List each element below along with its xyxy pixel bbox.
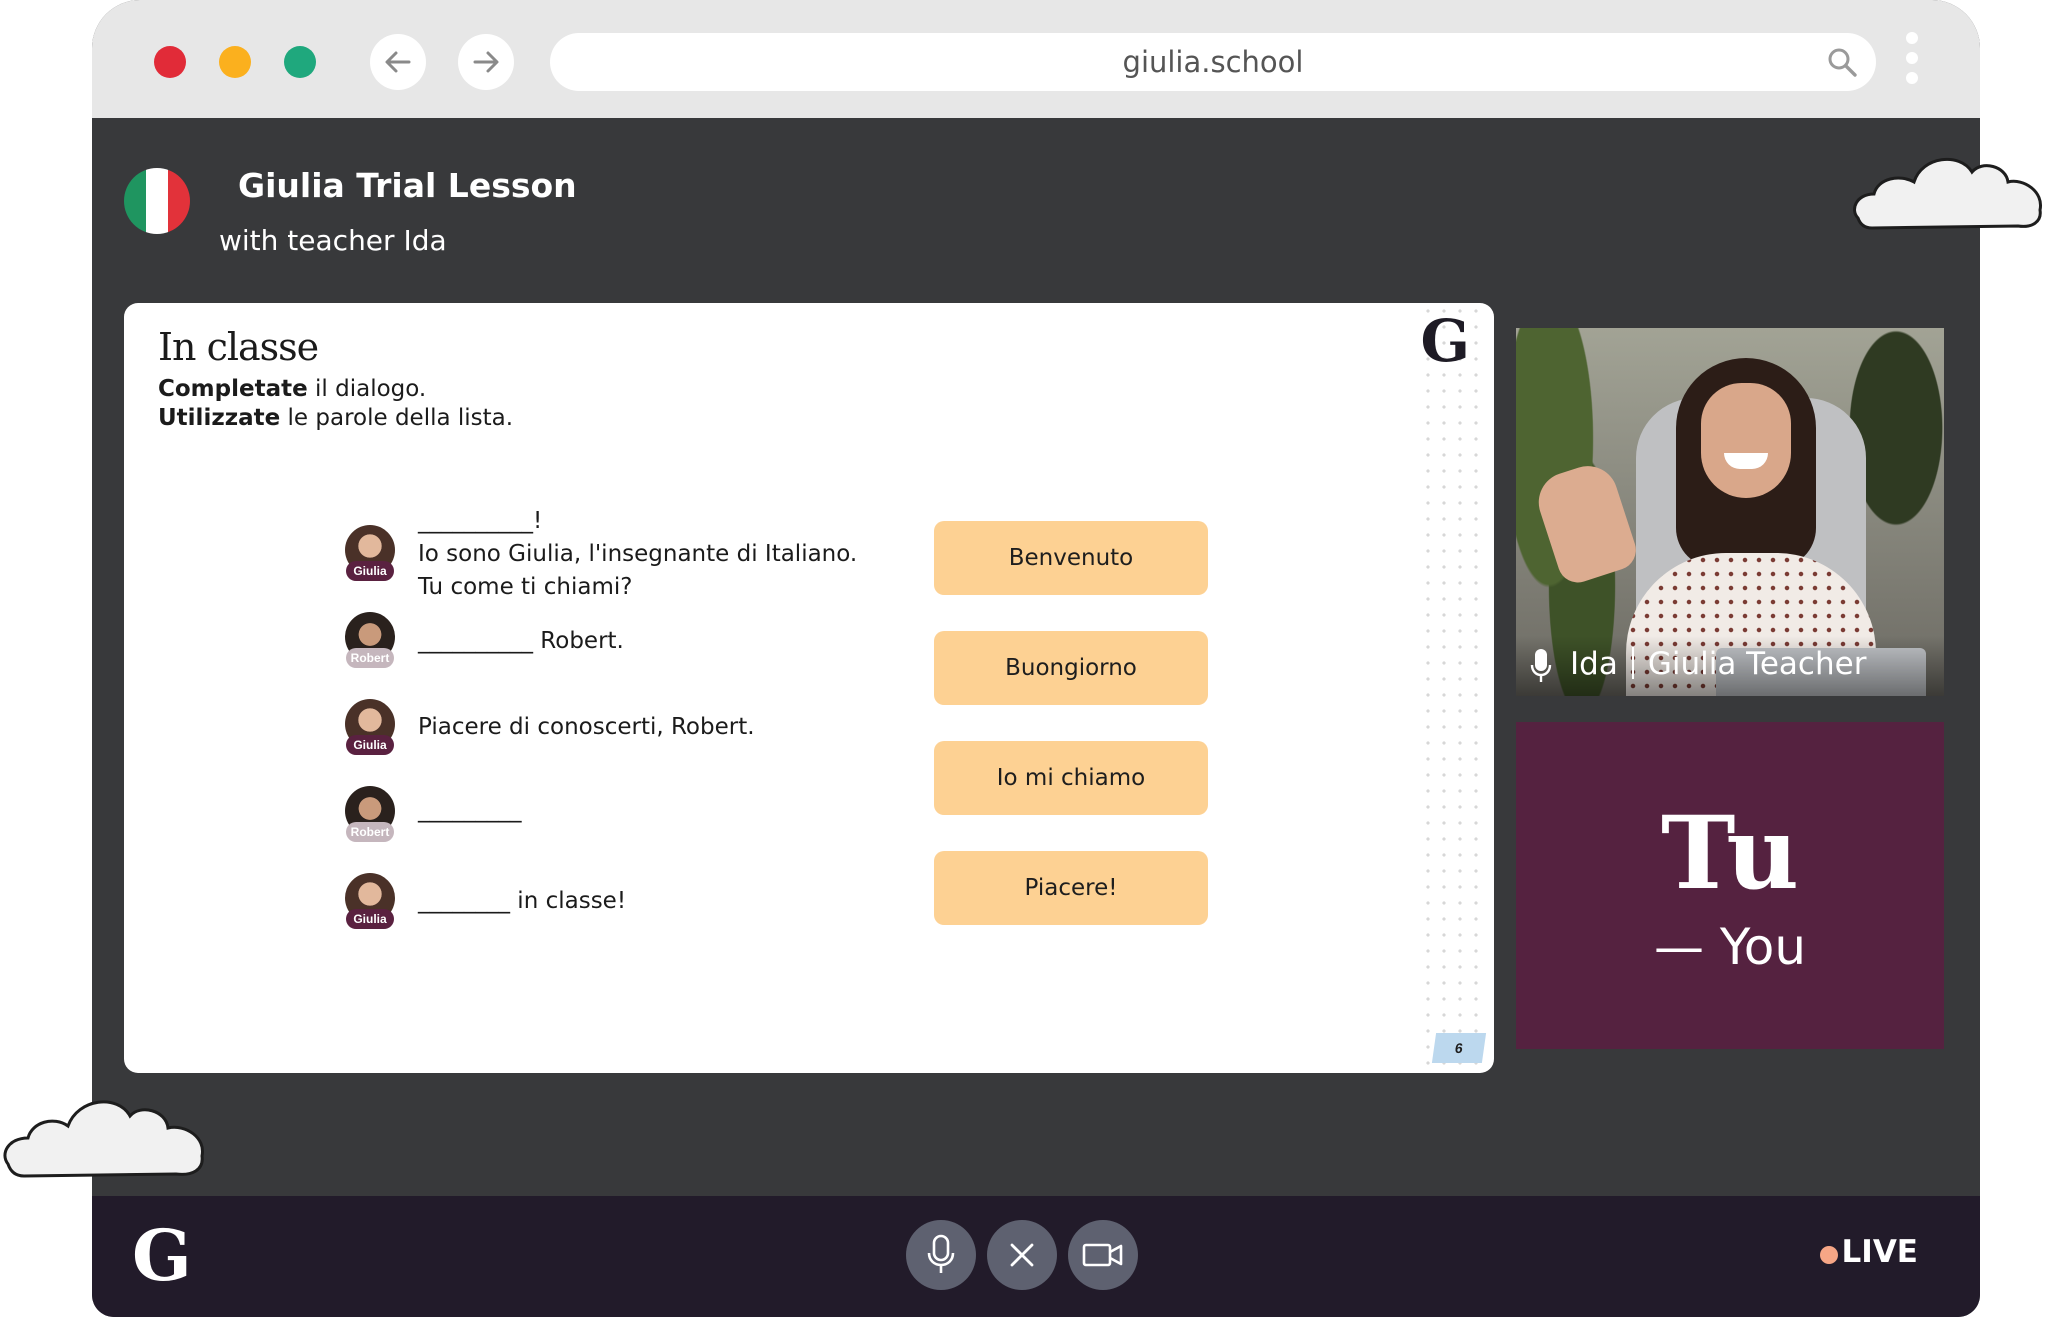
dialogue-line: __________ Robert. (418, 628, 624, 654)
self-view-title: Tu (1661, 794, 1799, 912)
page-number: 6 (1431, 1033, 1487, 1063)
url-text: giulia.school (1122, 45, 1304, 79)
slide-dot-pattern (1420, 303, 1490, 1073)
forward-button[interactable] (458, 34, 514, 90)
dialogue-line: Io sono Giulia, l'insegnante di Italiano… (418, 541, 858, 567)
dialogue-line: Tu come ti chiami? (418, 574, 633, 600)
lesson-title: Giulia Trial Lesson (238, 166, 577, 205)
search-icon[interactable] (1826, 46, 1858, 78)
dialogue-line: Piacere di conoscerti, Robert. (418, 714, 755, 740)
word-button-buongiorno[interactable]: Buongiorno (934, 631, 1208, 705)
camera-icon (1082, 1243, 1123, 1267)
end-call-button[interactable] (987, 1220, 1057, 1290)
call-control-bar: G LIVE (92, 1196, 1980, 1317)
self-view-subtitle: — You (1653, 918, 1807, 976)
dialogue-line: _________ (418, 797, 522, 823)
avatar-giulia: Giulia (344, 873, 396, 929)
mute-microphone-button[interactable] (906, 1220, 976, 1290)
maximize-window-dot[interactable] (284, 46, 316, 78)
arrow-right-icon (473, 51, 499, 73)
giulia-logo-icon: G (132, 1214, 192, 1297)
video-label: Ida Giulia Teacher (1516, 636, 1944, 696)
back-button[interactable] (370, 34, 426, 90)
dialogue-line: ________ in classe! (418, 888, 627, 914)
word-button-piacere[interactable]: Piacere! (934, 851, 1208, 925)
cloud-decoration-icon (1853, 157, 2042, 230)
lesson-subtitle: with teacher Ida (219, 224, 447, 257)
address-bar[interactable]: giulia.school (550, 33, 1876, 91)
self-view-tile: Tu — You (1516, 722, 1944, 1049)
camera-toggle-button[interactable] (1068, 1220, 1138, 1290)
word-button-benvenuto[interactable]: Benvenuto (934, 521, 1208, 595)
avatar-robert: Robert (344, 612, 396, 668)
close-icon (1010, 1243, 1034, 1267)
microphone-icon (927, 1234, 955, 1273)
browser-chrome: giulia.school (92, 0, 1980, 118)
live-indicator: LIVE (1819, 1234, 1918, 1270)
cloud-decoration-icon (3, 1100, 204, 1178)
dialogue-line: __________! (418, 508, 543, 534)
giulia-logo-icon: G (1420, 307, 1470, 375)
lesson-slide: G In classe Completate il dialogo. Utili… (124, 303, 1494, 1073)
microphone-icon (1530, 649, 1552, 682)
arrow-left-icon (385, 51, 411, 73)
browser-window: giulia.school Giulia Trial Lesson with t… (92, 0, 1980, 1317)
live-dot-icon (1819, 1246, 1838, 1264)
teacher-name-label: Ida Giulia Teacher (1570, 646, 1867, 682)
word-button-io-mi-chiamo[interactable]: Io mi chiamo (934, 741, 1208, 815)
avatar-giulia: Giulia (344, 525, 396, 581)
kebab-menu-icon[interactable] (1902, 32, 1922, 94)
minimize-window-dot[interactable] (219, 46, 251, 78)
instruction-1: Completate il dialogo. (158, 376, 427, 402)
avatar-robert: Robert (344, 786, 396, 842)
italy-flag-icon (124, 168, 190, 234)
teacher-video: Ida Giulia Teacher (1516, 328, 1944, 696)
avatar-giulia: Giulia (344, 699, 396, 755)
instruction-2: Utilizzate le parole della lista. (158, 405, 514, 431)
slide-heading: In classe (158, 325, 319, 369)
close-window-dot[interactable] (154, 46, 186, 78)
